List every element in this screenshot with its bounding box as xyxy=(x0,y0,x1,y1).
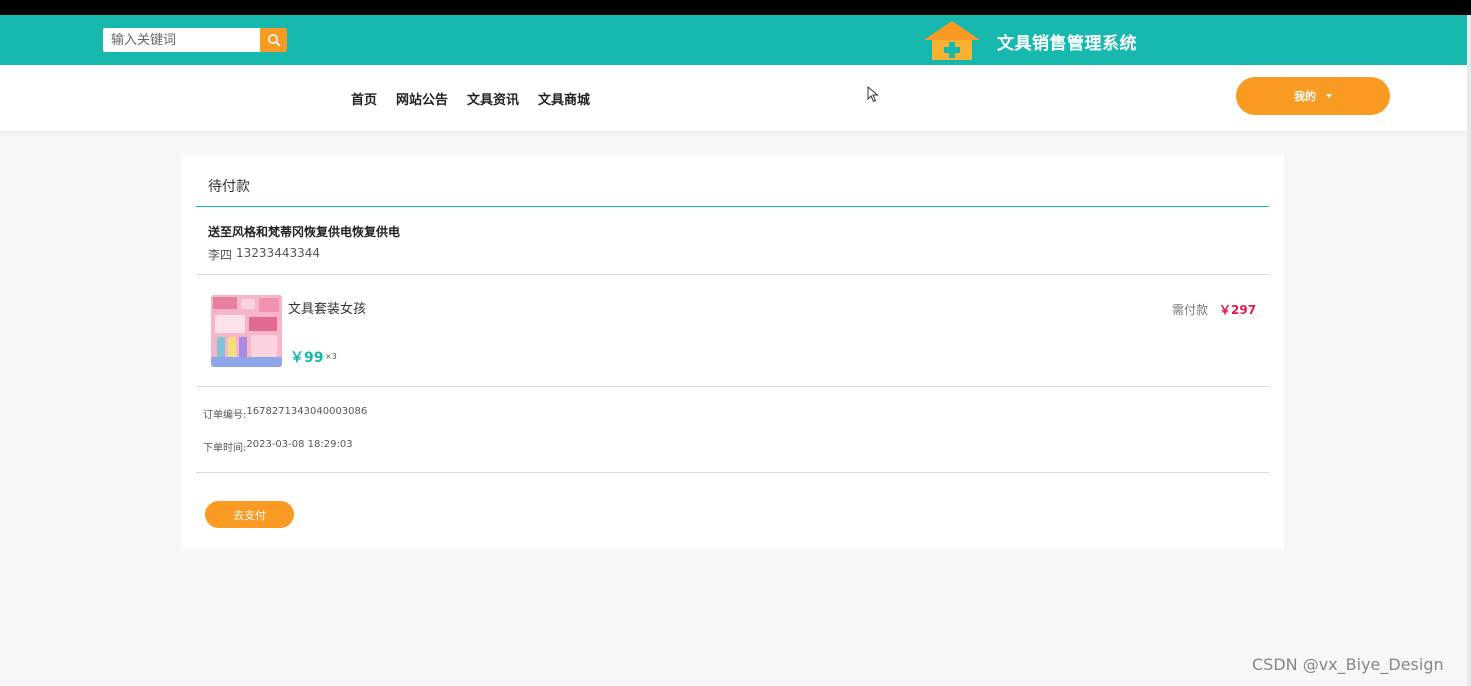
receiver-phone: 13233443344 xyxy=(236,246,320,260)
order-time: 2023-03-08 18:29:03 xyxy=(246,439,353,450)
receiver-contact: 李四 13233443344 xyxy=(208,246,320,263)
product-quantity: ×3 xyxy=(325,352,337,361)
order-number: 1678271343040003086 xyxy=(246,406,368,417)
order-time-row: 下单时间: 2023-03-08 18:29:03 xyxy=(203,439,353,454)
product-thumbnail[interactable] xyxy=(211,295,282,367)
page-scrollbar[interactable] xyxy=(1467,15,1471,686)
site-title: 文具销售管理系统 xyxy=(997,34,1137,54)
search-box xyxy=(103,28,287,52)
search-icon xyxy=(267,34,280,47)
nav-item-announcements[interactable]: 网站公告 xyxy=(396,89,448,108)
product-divider xyxy=(196,386,1269,387)
nav-item-home[interactable]: 首页 xyxy=(351,89,377,108)
order-card: 待付款 送至风格和梵蒂冈恢复供电恢复供电 李四 13233443344 文具套装… xyxy=(181,155,1284,549)
order-number-label: 订单编号: xyxy=(203,410,247,421)
search-input[interactable] xyxy=(103,28,260,52)
need-pay-amount: ￥297 xyxy=(1219,303,1257,317)
search-button[interactable] xyxy=(260,28,287,52)
nav-item-shop[interactable]: 文具商城 xyxy=(538,89,590,108)
window-top-bar xyxy=(0,0,1471,15)
header-bar: 文具销售管理系统 xyxy=(0,15,1471,65)
receiver-name: 李四 xyxy=(208,248,233,262)
my-account-label: 我的 xyxy=(1294,90,1316,103)
house-plus-logo-icon xyxy=(924,21,980,60)
watermark: CSDN @vx_Biye_Design xyxy=(1252,655,1444,674)
address-divider xyxy=(196,274,1269,275)
nav-bar: 首页 网站公告 文具资讯 文具商城 我的 xyxy=(0,65,1467,131)
meta-divider xyxy=(196,472,1269,473)
product-image xyxy=(211,295,282,367)
mouse-cursor-icon xyxy=(867,86,879,103)
order-status-title: 待付款 xyxy=(208,179,250,195)
delivery-address: 送至风格和梵蒂冈恢复供电恢复供电 xyxy=(208,225,401,239)
pay-button[interactable]: 去支付 xyxy=(205,501,294,528)
need-pay-label: 需付款 xyxy=(1172,303,1209,317)
order-time-label: 下单时间: xyxy=(203,443,247,454)
product-name[interactable]: 文具套装女孩 xyxy=(288,298,366,317)
title-divider xyxy=(196,206,1269,207)
order-number-row: 订单编号: 1678271343040003086 xyxy=(203,406,367,421)
my-account-dropdown[interactable]: 我的 xyxy=(1236,77,1390,115)
nav-links: 首页 网站公告 文具资讯 文具商城 xyxy=(351,89,590,108)
caret-down-icon xyxy=(1326,94,1332,98)
product-price: ￥99 xyxy=(290,350,324,366)
nav-item-news[interactable]: 文具资讯 xyxy=(467,89,519,108)
